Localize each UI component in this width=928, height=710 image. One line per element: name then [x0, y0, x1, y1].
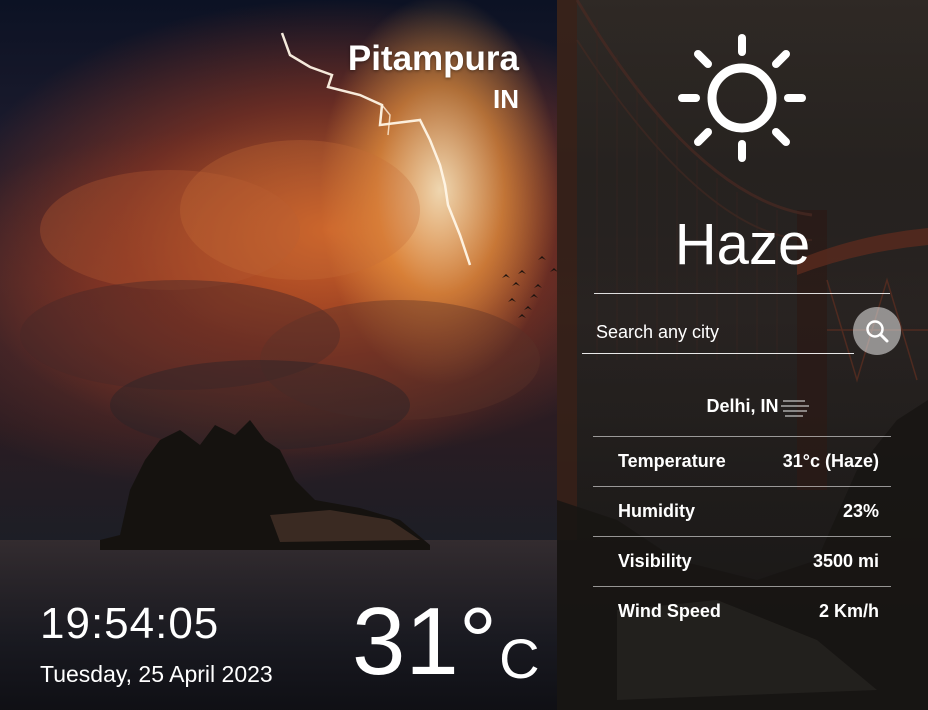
city-name: Pitampura: [347, 39, 519, 78]
left-panel: Pitampura IN 19:54:05 Tuesday, 25 April …: [0, 0, 557, 710]
clock: 19:54:05: [40, 599, 220, 648]
detail-label: Visibility: [618, 551, 692, 571]
sun-icon: [678, 34, 806, 162]
island-graphic: [100, 420, 430, 550]
result-location: Delhi, IN: [706, 396, 779, 416]
detail-row-humidity: Humidity 23%: [593, 486, 891, 536]
date: Tuesday, 25 April 2023: [40, 661, 273, 687]
detail-row-visibility: Visibility 3500 mi: [593, 536, 891, 586]
weather-details-list: Temperature 31°c (Haze) Humidity 23% Vis…: [593, 436, 891, 636]
divider: [594, 293, 890, 294]
country-code: IN: [493, 84, 519, 114]
location-header: Pitampura IN: [348, 40, 519, 116]
detail-value: 23%: [842, 501, 879, 521]
right-panel: Haze Delhi, IN Temperature 31°c (Haze) H…: [557, 0, 928, 710]
detail-label: Humidity: [618, 501, 696, 521]
detail-label: Temperature: [618, 451, 726, 471]
weather-condition: Haze: [674, 212, 811, 277]
detail-row-temperature: Temperature 31°c (Haze): [593, 436, 891, 486]
haze-icon: [781, 400, 809, 417]
temperature-unit: C: [499, 627, 540, 690]
temperature-value: 31°: [352, 588, 498, 695]
detail-row-wind-speed: Wind Speed 2 Km/h: [593, 586, 891, 636]
detail-value: 31°c (Haze): [782, 451, 879, 471]
detail-value: 2 Km/h: [818, 601, 879, 621]
search-button[interactable]: [853, 307, 901, 355]
city-search-input[interactable]: [582, 312, 854, 354]
current-temperature: 31°C: [352, 592, 540, 709]
detail-label: Wind Speed: [618, 601, 721, 621]
detail-value: 3500 mi: [812, 551, 879, 571]
search-icon: [866, 320, 889, 343]
birds-graphic: [502, 256, 557, 318]
